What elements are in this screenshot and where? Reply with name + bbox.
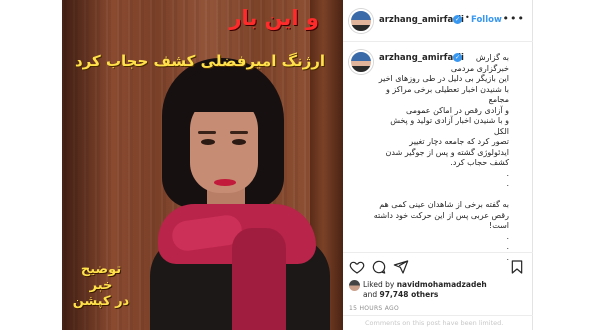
person-eye-left [201, 139, 215, 145]
caption-line: و آزادی رقص در اماکن عمومی [406, 105, 509, 115]
caption-line: است! [489, 221, 509, 230]
photo-note-line: توضیح [80, 262, 122, 277]
comment-icon[interactable] [371, 259, 387, 275]
caption-line: مجامع [488, 95, 509, 104]
person-eye-right [232, 139, 246, 145]
comment-box: Comments on this post have been limited. [343, 315, 533, 330]
liked-by-user-link[interactable]: navidmohamadzadeh [397, 280, 487, 289]
caption-line: کشف حجاب کرد. [450, 158, 509, 167]
caption-line: خبرگزاری مردمی [450, 63, 509, 73]
photo-note: توضیح خبر در کپشن [72, 262, 130, 310]
person-bangs [178, 70, 270, 112]
caption-text: به گزارش خبرگزاری مردمی این بازیگر بی دل… [373, 53, 509, 263]
page-margin-left [0, 0, 62, 330]
divider [343, 252, 533, 253]
liked-by-prefix: Liked by [363, 280, 395, 289]
post-timestamp[interactable]: 15 HOURS AGO [349, 305, 399, 312]
caption: arzhang_amirfazli ✓ به گزارش خبرگزاری مر… [343, 43, 533, 262]
share-icon[interactable] [393, 259, 409, 275]
photo-title: و این بار [229, 6, 319, 30]
liker-avatar[interactable] [349, 280, 360, 291]
likes-summary: Liked by navidmohamadzadeh and 97,748 ot… [349, 280, 529, 306]
caption-avatar[interactable] [349, 50, 373, 74]
follow-button[interactable]: Follow [471, 15, 502, 25]
post-header: arzhang_amirfazli ✓ • Follow ••• [343, 0, 533, 42]
username-link[interactable]: arzhang_amirfazli [379, 15, 464, 25]
action-bar [343, 256, 533, 278]
person-lips [214, 179, 236, 186]
caption-line: . [506, 231, 509, 241]
person-brow-right [230, 131, 248, 134]
post-photo: و این بار ارژنگ امیرفضلی کشف حجاب کرد تو… [62, 0, 343, 330]
caption-line: الکل [493, 126, 509, 136]
photo-note-line: در کپشن [72, 294, 130, 309]
bookmark-icon[interactable] [509, 259, 525, 275]
liked-and: and [363, 290, 378, 299]
person-brow-left [198, 131, 216, 134]
caption-line [413, 190, 509, 201]
page-margin-right [533, 0, 590, 330]
caption-line: . [506, 168, 509, 178]
person-scarf-tail [232, 228, 286, 330]
caption-line: این بازیگر بی دلیل در طی روزهای اخیر [378, 74, 509, 83]
caption-line: با شنیدن اخبار تعطیلی برخی مراکز و [385, 84, 509, 94]
likes-count-link[interactable]: 97,748 others [380, 290, 439, 299]
caption-line: و با شنیدن اخبار آزادی تولید و پخش [390, 116, 509, 125]
post-panel: arzhang_amirfazli ✓ • Follow ••• arzhang… [343, 0, 533, 330]
caption-line: رقص عربی پس از این حرکت خود داشته [373, 210, 509, 220]
caption-line: . [506, 179, 509, 188]
caption-line: به گفته برخی از شاهدان عینی کمی هم [379, 200, 509, 209]
avatar[interactable] [349, 9, 373, 33]
caption-line: به گزارش [475, 53, 509, 62]
separator-dot: • [465, 13, 470, 22]
photo-note-line: خبر [89, 278, 113, 293]
more-icon[interactable]: ••• [503, 12, 525, 25]
likes-text: Liked by navidmohamadzadeh and 97,748 ot… [363, 280, 487, 300]
caption-line: تصور کرد که جامعه دچار تغییر [409, 137, 509, 146]
heart-icon[interactable] [349, 259, 365, 275]
comment-limited-notice: Comments on this post have been limited. [365, 319, 504, 327]
photo-subtitle: ارژنگ امیرفضلی کشف حجاب کرد [74, 52, 325, 70]
caption-line: ایدئولوژی گشته و پس از جوگیر شدن [385, 147, 509, 157]
caption-line: . [506, 242, 509, 251]
verified-badge-icon: ✓ [453, 15, 462, 24]
